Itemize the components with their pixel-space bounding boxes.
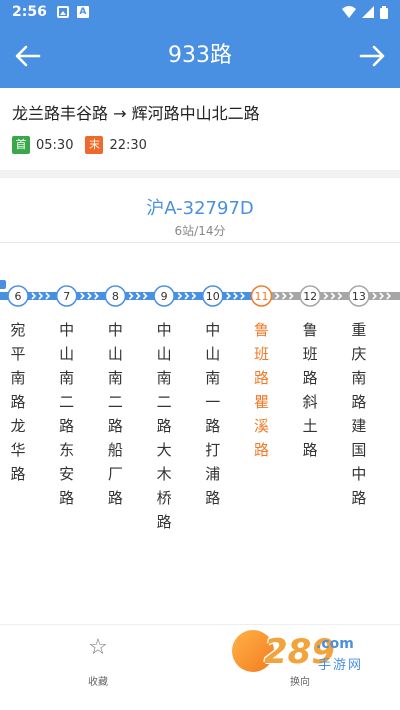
service-times: 首 05:30 末 22:30 bbox=[12, 136, 159, 154]
bus-plate[interactable]: 沪A-32797D bbox=[0, 194, 400, 220]
image-icon bbox=[56, 6, 69, 18]
route-info-card: 龙兰路丰谷路 → 辉河路中山北二路 首 05:30 末 22:30 bbox=[0, 88, 400, 170]
route-line: 6 7 8 9 10 11 12 13 bbox=[0, 280, 400, 307]
stop-name[interactable]: 中山南二路东安路 bbox=[57, 318, 77, 510]
swap-label: 换向 bbox=[290, 677, 310, 688]
stop-number: 8 bbox=[112, 290, 119, 303]
bus-eta: 6站/14分 bbox=[174, 224, 226, 238]
watermark-domain: .com bbox=[316, 636, 354, 652]
stop-name[interactable]: 鲁班路斜土路 bbox=[300, 318, 320, 462]
stop-number: 13 bbox=[352, 290, 366, 303]
arrow-right-icon bbox=[359, 45, 385, 67]
route-arrow: → bbox=[113, 104, 127, 123]
a-app-icon: A bbox=[76, 6, 89, 18]
stop-number: 10 bbox=[206, 290, 220, 303]
stop-name[interactable]: 重庆南路建国中路 bbox=[349, 318, 369, 510]
battery-icon bbox=[380, 5, 388, 19]
wifi-icon bbox=[342, 6, 356, 18]
bus-marker-icon[interactable] bbox=[0, 280, 6, 289]
status-time: 2:56 bbox=[12, 4, 47, 20]
route-to: 辉河路中山北二路 bbox=[131, 104, 260, 123]
forward-button[interactable] bbox=[354, 38, 390, 74]
bus-status-card: 沪A-32797D 6站/14分 6 7 8 9 10 11 12 13 宛平南路龙华路 中山南… bbox=[0, 178, 400, 624]
stop-number: 6 bbox=[15, 290, 22, 303]
stop-name[interactable]: 鲁班路瞿溪路 bbox=[252, 318, 272, 462]
watermark-text: 手游网 bbox=[318, 658, 364, 673]
stop-name[interactable]: 中山南一路打浦路 bbox=[203, 318, 223, 510]
signal-icon bbox=[362, 6, 374, 18]
favorite-label: 收藏 bbox=[88, 677, 108, 688]
last-bus-badge: 末 bbox=[85, 136, 104, 154]
stop-name[interactable]: 宛平南路龙华路 bbox=[8, 318, 28, 486]
route-endpoints: 龙兰路丰谷路 → 辉河路中山北二路 bbox=[12, 100, 260, 124]
stop-name[interactable]: 中山南二路船厂路 bbox=[105, 318, 125, 510]
first-bus-badge: 首 bbox=[12, 136, 30, 154]
stop-number: 12 bbox=[303, 290, 317, 303]
favorite-button[interactable]: ☆ 收藏 bbox=[78, 635, 118, 688]
swap-direction-button[interactable]: 换向 bbox=[280, 673, 320, 688]
page-title: 933路 bbox=[168, 43, 232, 68]
stop-name[interactable]: 中山南二路大木桥路 bbox=[154, 318, 174, 534]
divider bbox=[0, 242, 400, 243]
last-bus-time: 22:30 bbox=[109, 137, 147, 153]
stop-number: 7 bbox=[63, 290, 70, 303]
first-bus-time: 05:30 bbox=[36, 137, 74, 153]
stop-number: 9 bbox=[161, 290, 168, 303]
status-bar: 2:56 A bbox=[0, 0, 400, 24]
stop-number: 11 bbox=[255, 290, 269, 303]
app-bar: 933路 bbox=[0, 24, 400, 88]
route-from: 龙兰路丰谷路 bbox=[12, 104, 109, 123]
star-outline-icon: ☆ bbox=[88, 635, 108, 660]
